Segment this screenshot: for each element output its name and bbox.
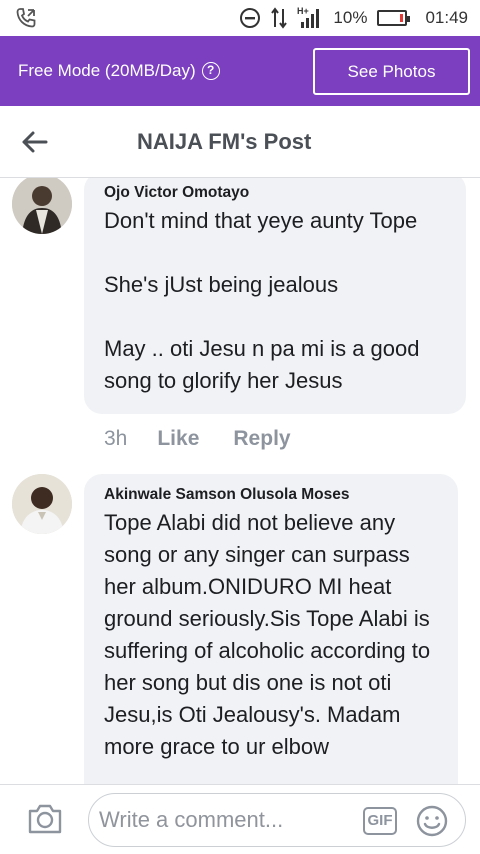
clock: 01:49 bbox=[425, 8, 468, 27]
emoji-icon[interactable] bbox=[415, 804, 449, 838]
status-bar: H+ 10% 01:49 bbox=[0, 0, 480, 36]
like-button[interactable]: Like bbox=[157, 427, 199, 451]
avatar[interactable] bbox=[12, 178, 72, 234]
do-not-disturb-icon bbox=[239, 7, 261, 29]
info-icon[interactable]: ? bbox=[201, 62, 220, 80]
comment-box[interactable]: GIF bbox=[88, 793, 466, 847]
comment-composer: GIF bbox=[0, 784, 480, 854]
free-mode-text: Free Mode (20MB/Day) bbox=[18, 61, 196, 80]
comment-author[interactable]: Akinwale Samson Olusola Moses bbox=[104, 486, 438, 504]
phone-call-icon bbox=[14, 6, 38, 30]
page-title: NAIJA FM's Post bbox=[137, 129, 312, 154]
comment-text: Tope Alabi did not believe any song or a… bbox=[104, 510, 437, 759]
comment-author[interactable]: Ojo Victor Omotayo bbox=[104, 184, 446, 202]
gif-button[interactable]: GIF bbox=[363, 807, 397, 835]
signal-h-plus-icon: H+ bbox=[297, 6, 323, 30]
post-header: NAIJA FM's Post bbox=[0, 106, 480, 178]
free-mode-label[interactable]: Free Mode (20MB/Day) ? bbox=[18, 61, 220, 81]
battery-percent: 10% bbox=[333, 8, 368, 27]
reply-button[interactable]: Reply bbox=[233, 427, 290, 451]
comment-bubble[interactable]: Akinwale Samson Olusola Moses Tope Alabi… bbox=[84, 474, 458, 784]
comment-input[interactable] bbox=[99, 804, 354, 836]
see-photos-button[interactable]: See Photos bbox=[313, 48, 470, 95]
back-arrow-icon[interactable] bbox=[20, 126, 52, 158]
avatar[interactable] bbox=[12, 474, 72, 534]
comment-time[interactable]: 3h bbox=[104, 427, 127, 451]
data-transfer-icon bbox=[271, 7, 288, 29]
camera-icon[interactable] bbox=[26, 801, 64, 837]
free-mode-bar: Free Mode (20MB/Day) ? See Photos bbox=[0, 36, 480, 106]
comment-list[interactable]: Ojo Victor Omotayo Don't mind that yeye … bbox=[0, 178, 480, 784]
comment-text: Don't mind that yeye aunty Tope She's jU… bbox=[104, 208, 420, 393]
comment-bubble[interactable]: Ojo Victor Omotayo Don't mind that yeye … bbox=[84, 178, 466, 414]
battery-icon bbox=[377, 10, 411, 26]
comment-actions: 3h Like Reply bbox=[104, 427, 325, 451]
svg-text:H+: H+ bbox=[297, 6, 309, 16]
